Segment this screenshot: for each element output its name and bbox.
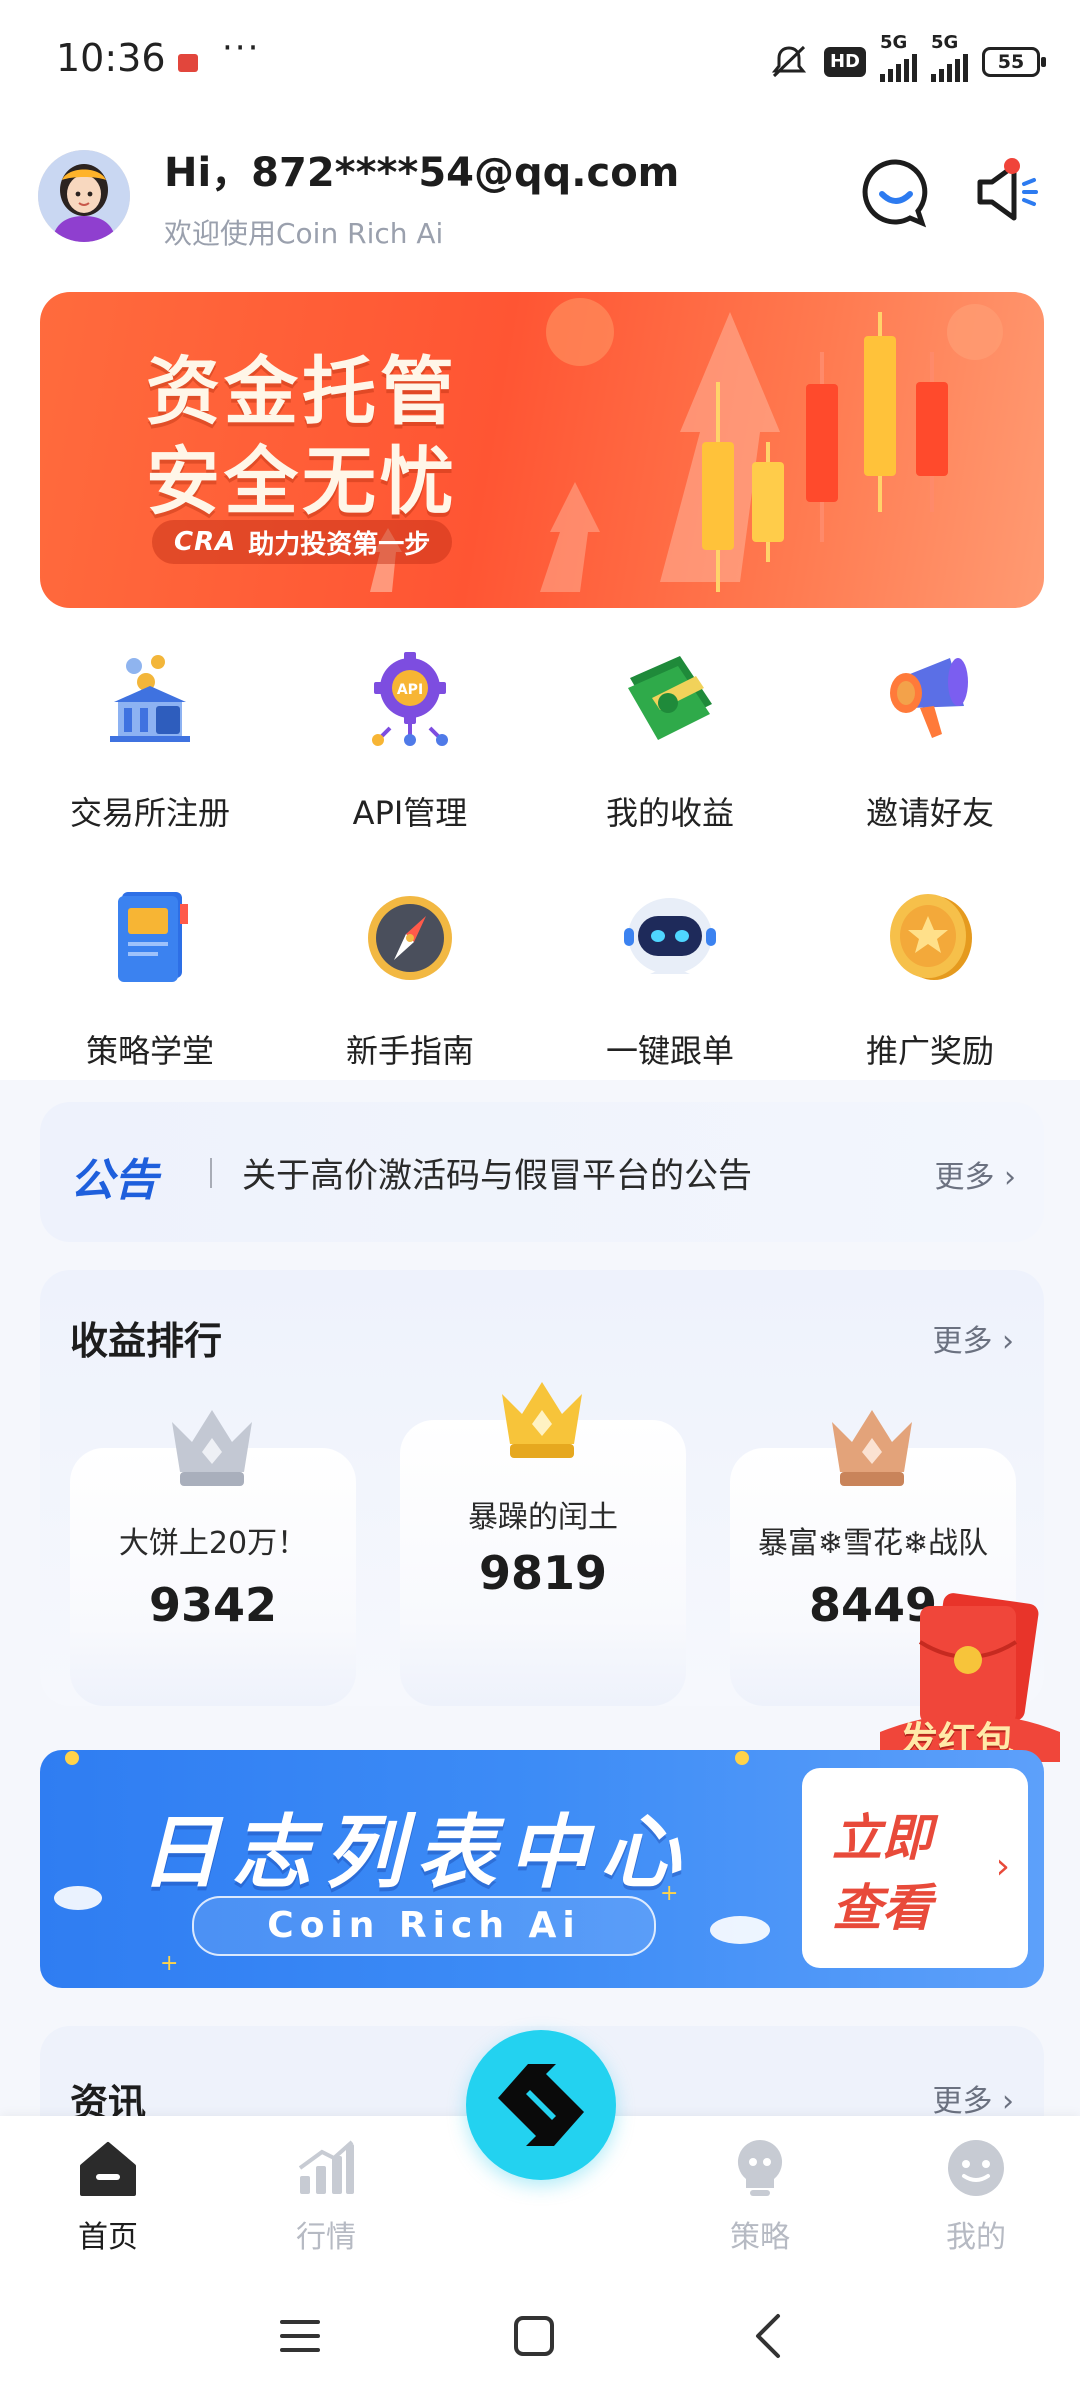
- status-icons: HD 5G 5G 55: [768, 32, 1046, 84]
- more-label: 更多: [932, 1324, 993, 1359]
- network-label-2: 5G: [931, 32, 959, 53]
- announcement-more-link[interactable]: 更多 ›: [934, 1152, 1016, 1196]
- red-packet-button[interactable]: 发红包: [880, 1592, 1060, 1763]
- announcement-tag: 公告: [70, 1155, 158, 1206]
- center-action-button[interactable]: [466, 2030, 616, 2180]
- ranking-entry-name: 大饼上20万！: [118, 1526, 308, 1561]
- tab-label: 策略: [730, 2220, 790, 2255]
- divider: [210, 1158, 212, 1188]
- svg-text:+: +: [160, 1951, 178, 1976]
- home-square-icon[interactable]: [504, 2306, 564, 2366]
- more-notifications-icon: ···: [222, 28, 261, 68]
- tab-label: 首页: [78, 2220, 138, 2255]
- tab-strategy[interactable]: 策略: [680, 2136, 840, 2256]
- news-more-link[interactable]: 更多 ›: [932, 2076, 1014, 2120]
- profile-face-icon: [948, 2140, 1004, 2196]
- gold-crown-icon: [502, 1382, 582, 1458]
- tab-home[interactable]: 首页: [28, 2136, 188, 2256]
- tab-market[interactable]: 行情: [246, 2136, 406, 2256]
- more-label: 更多: [934, 1160, 995, 1195]
- chevron-right-icon: ›: [1002, 1324, 1014, 1359]
- grid-item-label: 策略学堂: [85, 1032, 214, 1070]
- network-label: 5G: [880, 32, 908, 53]
- more-label: 更多: [932, 2084, 993, 2119]
- grid-item-beginner-guide[interactable]: 新手指南: [280, 878, 540, 1088]
- menu-icon[interactable]: [270, 2306, 330, 2366]
- grid-item-label: 一键跟单: [605, 1032, 734, 1070]
- log-center-banner[interactable]: + + 日志列表中心 Coin Rich Ai 立即 查看 ›: [40, 1750, 1044, 1988]
- home-screen: 10:36 ··· HD 5G 5G 55 Hi，872****54@qq.co…: [0, 0, 1080, 2400]
- hd-badge: HD: [823, 47, 866, 77]
- ranking-entry-score: 9342: [148, 1578, 278, 1632]
- grid-item-promotion-rewards[interactable]: 推广奖励: [800, 878, 1060, 1088]
- mute-bell-icon: [771, 45, 807, 78]
- svg-text:API: API: [397, 682, 423, 698]
- bronze-crown-icon: [832, 1410, 912, 1486]
- battery-icon: 55: [982, 47, 1046, 77]
- greeting-text: Hi，872****54@qq.com: [164, 150, 680, 196]
- book-icon: [118, 892, 188, 982]
- cra-logo: CRA: [174, 527, 237, 557]
- view-now-line2: 查看: [832, 1879, 932, 1937]
- money-stack-icon: [628, 656, 712, 740]
- robot-icon: [624, 898, 716, 974]
- grid-item-strategy-school[interactable]: 策略学堂: [20, 878, 280, 1088]
- grid-item-my-earnings[interactable]: 我的收益: [540, 640, 800, 850]
- welcome-subtitle: 欢迎使用Coin Rich Ai: [164, 217, 444, 250]
- grid-item-label: 推广奖励: [865, 1032, 994, 1070]
- ranking-entry-name: 暴富❄雪花❄战队: [757, 1526, 989, 1561]
- strategy-bulb-icon: [737, 2140, 783, 2196]
- tab-label: 行情: [296, 2220, 356, 2255]
- back-icon[interactable]: [740, 2306, 800, 2366]
- ranking-title: 收益排行: [70, 1319, 223, 1363]
- ranking-entry-name: 暴躁的闰土: [468, 1500, 618, 1535]
- chevron-right-icon: ›: [995, 1846, 1010, 1887]
- api-gear-icon: API: [372, 652, 448, 746]
- banner-slogan-text: 助力投资第一步: [248, 529, 431, 560]
- ranking-more-link[interactable]: 更多 ›: [932, 1316, 1014, 1360]
- exchange-building-icon: [110, 655, 190, 742]
- home-icon: [80, 2142, 136, 2196]
- promo-banner[interactable]: 资金托管 安全无忧 CRA 助力投资第一步: [40, 292, 1044, 608]
- bitget-logo-icon: [498, 2064, 584, 2146]
- tab-label: 我的: [946, 2220, 1006, 2255]
- signal-icon: 5G: [880, 32, 917, 82]
- grid-item-label: 邀请好友: [865, 794, 994, 832]
- grid-item-label: 交易所注册: [69, 794, 230, 832]
- chevron-right-icon: ›: [1002, 2084, 1014, 2119]
- log-banner-subtitle: Coin Rich Ai: [192, 1896, 656, 1956]
- chevron-right-icon: ›: [1004, 1160, 1016, 1195]
- announcement-bar[interactable]: 公告 关于高价激活码与假冒平台的公告 更多 ›: [40, 1102, 1044, 1242]
- grid-item-api-management[interactable]: API API管理: [280, 640, 540, 850]
- grid-item-label: API管理: [352, 794, 468, 832]
- banner-title-line2: 安全无忧: [146, 439, 458, 525]
- view-now-button[interactable]: 立即 查看 ›: [802, 1768, 1028, 1968]
- silver-crown-icon: [172, 1410, 252, 1486]
- megaphone-icon: [890, 658, 968, 738]
- grid-item-label: 我的收益: [605, 794, 734, 832]
- status-time: 10:36: [56, 36, 166, 80]
- announcement-text[interactable]: 关于高价激活码与假冒平台的公告: [242, 1148, 752, 1197]
- grid-item-label: 新手指南: [345, 1032, 474, 1070]
- avatar-girl-icon: [38, 150, 130, 242]
- grid-item-one-click-copy[interactable]: 一键跟单: [540, 878, 800, 1088]
- banner-slogan: CRA 助力投资第一步: [152, 520, 453, 564]
- notification-app-icon: [178, 54, 198, 72]
- compass-icon: [368, 896, 452, 980]
- grid-item-invite-friends[interactable]: 邀请好友: [800, 640, 1060, 850]
- log-banner-title: 日志列表中心: [140, 1806, 692, 1899]
- star-coin-icon: [890, 894, 972, 980]
- grid-item-exchange-register[interactable]: 交易所注册: [20, 640, 280, 850]
- status-bar: 10:36 ··· HD 5G 5G 55: [0, 0, 1080, 120]
- announcement-speaker-icon[interactable]: [970, 156, 1042, 228]
- system-navigation-bar: [0, 2266, 1080, 2400]
- customer-service-chat-icon[interactable]: [860, 156, 932, 228]
- market-chart-icon: [298, 2140, 354, 2194]
- ranking-entry-score: 9819: [478, 1546, 608, 1600]
- view-now-line1: 立即: [832, 1809, 932, 1867]
- avatar[interactable]: [38, 150, 130, 242]
- tab-profile[interactable]: 我的: [896, 2136, 1056, 2256]
- signal-icon-2: 5G: [931, 32, 968, 82]
